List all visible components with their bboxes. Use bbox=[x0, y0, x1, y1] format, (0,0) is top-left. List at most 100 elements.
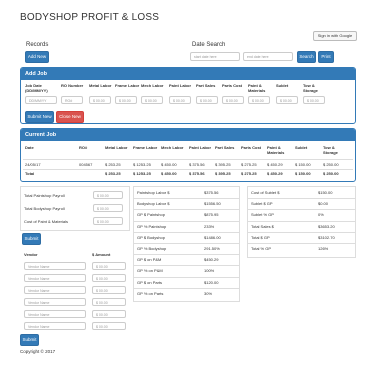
metric-value: 30% bbox=[204, 290, 213, 296]
add-job-input[interactable]: $ 00.00 bbox=[169, 96, 191, 104]
vendor-amount-input[interactable]: $ 00.00 bbox=[92, 322, 126, 330]
current-job-panel: Current Job Date RO# Metal Labor Frame Labo… bbox=[20, 128, 356, 182]
vendor-amount-input[interactable]: $ 00.00 bbox=[92, 298, 126, 306]
metric-value: 233% bbox=[204, 223, 215, 229]
vendor-amount-input[interactable]: $ 00.00 bbox=[92, 262, 126, 270]
current-job-col-header: Sublet bbox=[295, 145, 308, 150]
start-date-input[interactable]: start date here bbox=[190, 52, 240, 61]
metric-value: $150.00 bbox=[318, 190, 333, 195]
google-signin-button[interactable]: Sign in with Google bbox=[313, 31, 357, 41]
vendor-name-input[interactable]: Vendor Name bbox=[24, 286, 86, 294]
metric-label: GP % on Parts bbox=[137, 290, 164, 296]
metric-label: GP $ Bodyshop bbox=[137, 234, 165, 240]
payroll-submit-button[interactable]: Submit bbox=[22, 233, 41, 245]
add-job-col-header: Tow & Storage bbox=[303, 83, 318, 93]
payroll-input[interactable]: $ 00.00 bbox=[93, 191, 123, 199]
metric-divider bbox=[134, 254, 239, 256]
metric-value: 100% bbox=[204, 268, 215, 274]
payroll-box: Total Paintshop Payroll $ 00.00 Total Body… bbox=[20, 186, 130, 231]
current-job-col-header: Date bbox=[25, 145, 34, 150]
records-heading: Records bbox=[26, 42, 49, 48]
add-job-input[interactable]: $ 00.00 bbox=[115, 96, 137, 104]
current-job-col-header: Metal Labor bbox=[105, 145, 128, 150]
add-job-col-header: Paint Labor bbox=[169, 83, 192, 88]
metric-value: $0.00 bbox=[318, 201, 329, 207]
metric-divider bbox=[248, 231, 355, 233]
metric-label: GP % Paintshop bbox=[137, 223, 167, 229]
current-job-cell: $ 275.25 bbox=[241, 162, 257, 167]
current-job-cell: $ 395.25 bbox=[215, 162, 231, 167]
current-job-cell: $ 375.56 bbox=[189, 162, 205, 167]
metric-divider bbox=[248, 243, 355, 244]
metric-divider bbox=[134, 243, 239, 244]
current-job-col-header: Paint Labor bbox=[189, 145, 212, 150]
payroll-label: Cost of Paint & Materials bbox=[24, 219, 69, 224]
add-job-col-header: Paint & Materials bbox=[248, 83, 266, 93]
add-job-input[interactable]: DD/MM/YY bbox=[25, 96, 57, 104]
vendor-name-input[interactable]: Vendor Name bbox=[24, 322, 86, 330]
add-job-input[interactable]: $ 00.00 bbox=[248, 96, 270, 104]
add-job-input[interactable]: $ 00.00 bbox=[89, 96, 111, 104]
metric-divider bbox=[134, 220, 239, 222]
current-job-total-cell: $ 375.56 bbox=[189, 171, 205, 176]
add-job-input[interactable]: $ 00.00 bbox=[276, 96, 298, 104]
add-job-col-header: RO Number bbox=[61, 83, 84, 88]
current-job-cell: $ 1253.25 bbox=[133, 162, 151, 167]
add-job-input[interactable]: RO# bbox=[61, 96, 83, 104]
vendor-name-input[interactable]: Vendor Name bbox=[24, 262, 86, 270]
metric-value: $375.56 bbox=[204, 190, 219, 195]
add-job-input[interactable]: $ 00.00 bbox=[196, 96, 218, 104]
metric-value: 126% bbox=[318, 246, 329, 251]
metric-label: GP $ on Parts bbox=[137, 279, 163, 285]
payroll-label: Total Paintshop Payroll bbox=[24, 193, 65, 198]
add-job-col-header: Job Date (DD/MM/YY) bbox=[25, 83, 48, 93]
metric-label: Sublet % GP bbox=[251, 212, 274, 218]
metric-divider bbox=[248, 198, 355, 200]
vendor-amount-input[interactable]: $ 00.00 bbox=[92, 310, 126, 318]
add-job-input[interactable]: $ 00.00 bbox=[141, 96, 163, 104]
metrics-middle-box: Paintshop Labor $ $375.56 Bodyshop Labor $… bbox=[133, 186, 240, 302]
metric-label: Paintshop Labor $ bbox=[137, 190, 170, 195]
add-job-input[interactable]: $ 00.00 bbox=[303, 96, 325, 104]
vendor-name-input[interactable]: Vendor Name bbox=[24, 310, 86, 318]
current-job-total-cell: $ 1253.25 bbox=[133, 171, 151, 176]
metric-label: GP % Bodyshop bbox=[137, 246, 167, 251]
vendor-submit-button[interactable]: Submit bbox=[20, 334, 39, 346]
add-job-col-header: Mech Labor bbox=[141, 83, 164, 88]
current-job-total-cell: $ 450.00 bbox=[161, 171, 177, 176]
add-job-input[interactable]: $ 00.00 bbox=[222, 96, 244, 104]
add-job-col-header: Part Sales bbox=[196, 83, 216, 88]
metric-value: $3653.20 bbox=[318, 223, 335, 229]
add-job-col-header: Sublet bbox=[276, 83, 289, 88]
date-search-heading: Date Search bbox=[192, 42, 226, 48]
payroll-input[interactable]: $ 00.00 bbox=[93, 217, 123, 225]
end-date-input[interactable]: end date here bbox=[243, 52, 293, 61]
metric-label: Total $ GP bbox=[251, 234, 270, 240]
current-job-cell: $ 450.29 bbox=[267, 162, 283, 167]
current-job-cell: 004567 bbox=[79, 162, 93, 167]
metric-value: 0% bbox=[318, 212, 324, 218]
current-job-heading: Current Job bbox=[21, 129, 355, 141]
metric-label: Sublet $ GP bbox=[251, 201, 273, 207]
vendor-name-input[interactable]: Vendor Name bbox=[24, 298, 86, 306]
payroll-input[interactable]: $ 00.00 bbox=[93, 204, 123, 212]
add-job-col-header: Parts Cost bbox=[222, 83, 243, 88]
metric-label: GP $ Paintshop bbox=[137, 212, 165, 218]
vendor-amount-input[interactable]: $ 00.00 bbox=[92, 274, 126, 282]
current-job-col-header: Tow & Storage bbox=[323, 145, 338, 155]
vendor-amount-input[interactable]: $ 00.00 bbox=[92, 286, 126, 294]
add-new-button[interactable]: Add New bbox=[25, 51, 49, 63]
metrics-right-box: Cost of Sublet $ $150.00 Sublet $ GP $0.00 S… bbox=[247, 186, 356, 258]
submit-new-button[interactable]: Submit New bbox=[25, 111, 54, 123]
current-job-total-cell: $ 395.25 bbox=[215, 171, 231, 176]
close-new-button[interactable]: Close New bbox=[56, 111, 84, 123]
current-job-total-cell: $ 150.00 bbox=[295, 171, 311, 176]
metric-value: $875.95 bbox=[204, 212, 219, 218]
vendor-name-input[interactable]: Vendor Name bbox=[24, 274, 86, 282]
metric-value: $3102.70 bbox=[318, 234, 335, 240]
metric-divider bbox=[134, 231, 239, 233]
amount-column-header: $ Amount bbox=[92, 252, 111, 257]
print-button[interactable]: Print bbox=[318, 51, 334, 63]
search-button[interactable]: Search bbox=[297, 51, 316, 63]
current-job-cell: $ 150.00 bbox=[295, 162, 311, 167]
